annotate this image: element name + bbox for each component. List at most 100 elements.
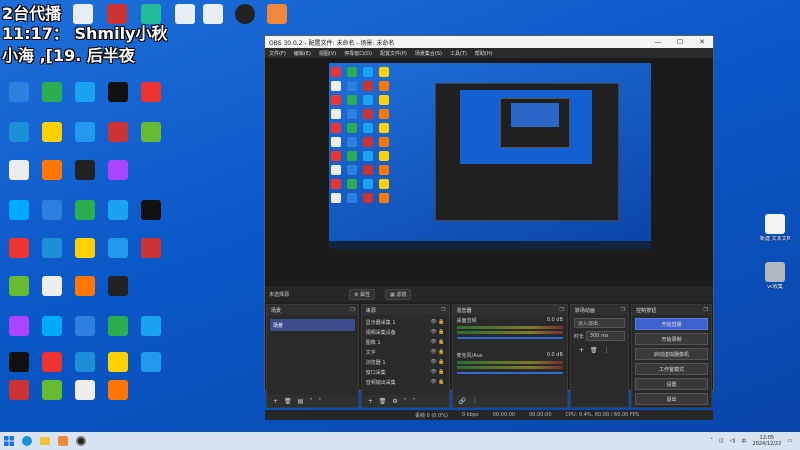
more-icon[interactable]: ⋮ bbox=[472, 398, 478, 405]
desktop-icon[interactable] bbox=[101, 352, 135, 374]
transition-select[interactable]: 淡入淡出 bbox=[573, 318, 626, 328]
volume-slider[interactable] bbox=[456, 372, 563, 374]
source-item[interactable]: 浏览器 1 👁 🔒 bbox=[362, 357, 449, 367]
volume-icon[interactable]: ◁) bbox=[730, 438, 736, 444]
desktop-icon[interactable] bbox=[101, 316, 135, 338]
desktop-icon[interactable] bbox=[101, 276, 135, 298]
desktop-icon[interactable] bbox=[68, 352, 102, 374]
desktop-icon[interactable] bbox=[101, 82, 135, 104]
source-item[interactable]: 窗口采集 👁 🔒 bbox=[362, 367, 449, 377]
desktop-icon[interactable] bbox=[101, 238, 135, 260]
filters-button[interactable]: ▦ 滤镜 bbox=[385, 288, 412, 300]
visibility-lock-icons[interactable]: 👁 🔒 bbox=[430, 339, 444, 345]
obs-taskbar-icon[interactable] bbox=[72, 432, 90, 450]
desktop-icon[interactable] bbox=[66, 4, 100, 26]
source-item[interactable]: 文字 👁 🔒 bbox=[362, 347, 449, 357]
desktop-icon[interactable] bbox=[2, 122, 36, 144]
desktop-icon[interactable] bbox=[68, 200, 102, 222]
dock-float-icon[interactable]: ❐ bbox=[621, 307, 625, 313]
desktop-icon[interactable] bbox=[35, 238, 69, 260]
volume-slider[interactable] bbox=[456, 337, 563, 339]
menu-item[interactable]: 工具(T) bbox=[450, 50, 467, 57]
desktop-icon[interactable] bbox=[35, 122, 69, 144]
trash-icon[interactable]: 🗑 bbox=[379, 398, 387, 405]
desktop-icon[interactable] bbox=[68, 380, 102, 402]
desktop-icon[interactable] bbox=[134, 352, 168, 374]
add-icon[interactable]: + bbox=[368, 398, 373, 405]
menu-item[interactable]: 配置文件(P) bbox=[380, 50, 407, 57]
clock[interactable]: 12:05 2024/12/22 bbox=[752, 435, 781, 447]
visibility-lock-icons[interactable]: 👁 🔒 bbox=[430, 349, 444, 355]
desktop-icon[interactable] bbox=[2, 352, 36, 374]
desktop-icon[interactable] bbox=[2, 82, 36, 104]
scene-item[interactable]: 场景 bbox=[270, 319, 355, 331]
desktop-icon[interactable] bbox=[101, 160, 135, 182]
minimize-button[interactable]: — bbox=[647, 38, 669, 46]
desktop-icon[interactable] bbox=[2, 160, 36, 182]
desktop-icon[interactable] bbox=[68, 316, 102, 338]
start-streaming-button[interactable]: 开始直播 bbox=[635, 318, 708, 330]
arrow-down-icon[interactable]: ˅ bbox=[318, 398, 321, 405]
ime-icon[interactable]: 中 bbox=[741, 438, 746, 445]
start-button[interactable] bbox=[0, 432, 18, 450]
desktop-icon[interactable] bbox=[260, 4, 294, 26]
desktop-icon[interactable] bbox=[2, 380, 36, 402]
dock-float-icon[interactable]: ❐ bbox=[704, 307, 708, 313]
visibility-lock-icons[interactable]: 👁 🔒 bbox=[430, 369, 444, 375]
desktop-icon[interactable] bbox=[68, 122, 102, 144]
source-item[interactable]: 音频输出采集 👁 🔒 bbox=[362, 377, 449, 387]
trash-icon[interactable]: 🗑 bbox=[590, 347, 598, 354]
desktop-icon[interactable] bbox=[101, 200, 135, 222]
visibility-lock-icons[interactable]: 👁 🔒 bbox=[430, 379, 444, 385]
network-icon[interactable]: ◫ bbox=[719, 438, 724, 444]
filter-icon[interactable]: ▤ bbox=[298, 398, 304, 405]
trash-icon[interactable]: 🗑 bbox=[284, 398, 292, 405]
chevron-up-icon[interactable]: ˄ bbox=[710, 438, 713, 444]
close-button[interactable]: ✕ bbox=[691, 38, 713, 46]
desktop-icon[interactable] bbox=[134, 4, 168, 26]
desktop-icon[interactable] bbox=[35, 200, 69, 222]
arrow-up-icon[interactable]: ˄ bbox=[309, 398, 312, 405]
desktop-icon[interactable] bbox=[134, 122, 168, 144]
visibility-lock-icons[interactable]: 👁 🔒 bbox=[430, 319, 444, 325]
source-item[interactable]: 视频采集设备 👁 🔒 bbox=[362, 327, 449, 337]
desktop-icon[interactable] bbox=[134, 238, 168, 260]
desktop-icon[interactable] bbox=[2, 276, 36, 298]
properties-button[interactable]: ⚙ 属性 bbox=[349, 288, 376, 300]
desktop-icon[interactable] bbox=[101, 122, 135, 144]
source-item[interactable]: 图像 1 👁 🔒 bbox=[362, 337, 449, 347]
dock-float-icon[interactable]: ❐ bbox=[441, 307, 445, 313]
desktop-icon[interactable] bbox=[196, 4, 230, 26]
add-icon[interactable]: + bbox=[579, 347, 584, 354]
duration-input[interactable]: 300 ms bbox=[585, 331, 626, 341]
menu-item[interactable]: 编辑(E) bbox=[294, 50, 311, 57]
more-icon[interactable]: ⋮ bbox=[604, 347, 610, 354]
menu-item[interactable]: 文件(F) bbox=[269, 50, 286, 57]
visibility-lock-icons[interactable]: 👁 🔒 bbox=[430, 329, 444, 335]
desktop-icon[interactable] bbox=[68, 82, 102, 104]
arrow-down-icon[interactable]: ˅ bbox=[413, 398, 416, 405]
app-taskbar-icon[interactable] bbox=[54, 432, 72, 450]
menu-item[interactable]: 帮助(H) bbox=[475, 50, 493, 57]
settings-button[interactable]: 设置 bbox=[635, 378, 708, 390]
menu-item[interactable]: 视图(V) bbox=[319, 50, 336, 57]
desktop-icon[interactable] bbox=[35, 316, 69, 338]
desktop-icon[interactable] bbox=[134, 316, 168, 338]
start-recording-button[interactable]: 开始录制 bbox=[635, 333, 708, 345]
preview-canvas[interactable] bbox=[329, 63, 651, 249]
notification-icon[interactable]: ▭ bbox=[787, 438, 792, 444]
desktop-icon[interactable] bbox=[228, 4, 262, 26]
desktop-icon[interactable] bbox=[35, 160, 69, 182]
dock-float-icon[interactable]: ❐ bbox=[559, 307, 563, 313]
desktop-icon[interactable] bbox=[35, 276, 69, 298]
folder-taskbar-icon[interactable] bbox=[36, 432, 54, 450]
desktop-icon-vc[interactable]: vc收集 bbox=[760, 262, 790, 290]
edge-taskbar-icon[interactable] bbox=[18, 432, 36, 450]
menu-item[interactable]: 场景集合(S) bbox=[415, 50, 442, 57]
desktop-icon[interactable] bbox=[2, 200, 36, 222]
desktop-icon[interactable] bbox=[68, 276, 102, 298]
add-icon[interactable]: + bbox=[273, 398, 278, 405]
gear-icon[interactable]: ⚙ bbox=[392, 398, 397, 405]
desktop-icon[interactable] bbox=[35, 380, 69, 402]
desktop-icon[interactable] bbox=[100, 4, 134, 26]
